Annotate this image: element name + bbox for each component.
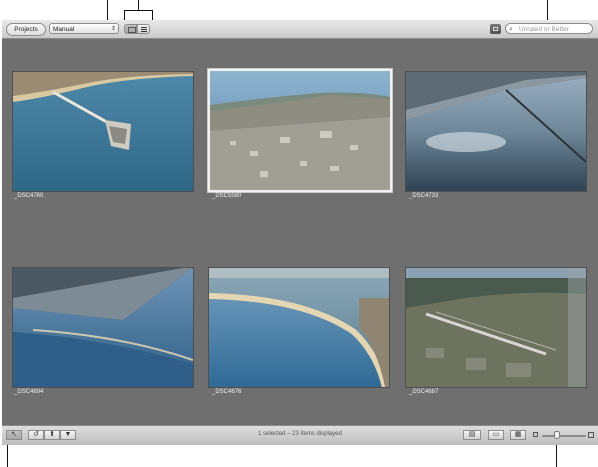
beach-curve-image [209, 268, 389, 387]
top-toolbar: Projects Manual ⇕ ⌕ Unrated or Better [2, 20, 598, 39]
browser-icon [493, 27, 498, 31]
sort-select-value: Manual [53, 26, 75, 33]
photo-thumbnail[interactable] [405, 71, 587, 192]
viewer-button[interactable]: ▭ [488, 430, 504, 440]
callout-line-views-top [138, 0, 139, 10]
viewer-icon: ▭ [492, 431, 500, 438]
updown-arrows-icon: ⇕ [110, 26, 116, 32]
photo-thumbnail[interactable] [208, 267, 390, 388]
browser-window: Projects Manual ⇕ ⌕ Unrated or Better _D… [2, 20, 598, 445]
search-icon: ⌕ [509, 26, 513, 33]
photo-caption: _DSC4760 [14, 193, 44, 199]
sort-select[interactable]: Manual ⇕ [49, 23, 119, 34]
search-input[interactable]: ⌕ Unrated or Better [505, 23, 593, 34]
list-view-button[interactable] [137, 24, 150, 34]
photo-thumbnail-selected[interactable] [208, 69, 392, 192]
pier-aerial-image [13, 72, 193, 191]
photo-caption: _DSC4694 [14, 389, 44, 395]
search-placeholder: Unrated or Better [519, 26, 569, 33]
callout-line-list [152, 10, 153, 20]
filmstrip-icon: ▤ [468, 431, 476, 438]
browser-layout-button[interactable]: ▦ [510, 430, 526, 440]
photo-thumbnail[interactable] [405, 267, 587, 388]
zoom-slider[interactable] [542, 435, 586, 437]
bottom-toolbar: ↖ ↺ ⬆ ▼ 1 selected – 23 items displayed … [2, 425, 598, 445]
zoom-slider-thumb[interactable] [554, 431, 560, 439]
city-coast-aerial-image [210, 71, 390, 190]
callout-line-sort [107, 0, 108, 20]
photo-thumbnail[interactable] [12, 71, 194, 192]
projects-button[interactable]: Projects [6, 23, 46, 36]
photo-caption: _DSC4676 [212, 389, 242, 395]
wing-over-coast-image [13, 268, 193, 387]
browser-toggle-button[interactable] [490, 24, 501, 34]
small-thumbnail-icon [533, 432, 538, 437]
filmstrip-button[interactable]: ▤ [463, 430, 481, 440]
photo-caption: _DSC4733 [409, 193, 439, 199]
list-view-icon [141, 27, 147, 28]
callout-bracket-views [124, 10, 153, 11]
browser-layout-icon: ▦ [514, 431, 522, 438]
grid-view-button[interactable] [124, 24, 137, 34]
photo-caption: _DSC5580 [212, 193, 242, 199]
wing-over-sea-image [406, 72, 586, 191]
large-thumbnail-icon [588, 432, 594, 438]
photo-thumbnail[interactable] [12, 267, 194, 388]
callout-line-search [547, 0, 548, 20]
photo-caption: _DSC4687 [409, 389, 439, 395]
status-text: 1 selected – 23 items displayed [258, 431, 342, 437]
grid-view-icon [128, 27, 136, 33]
callout-line-grid [124, 10, 125, 20]
airfield-aerial-image [406, 268, 586, 387]
